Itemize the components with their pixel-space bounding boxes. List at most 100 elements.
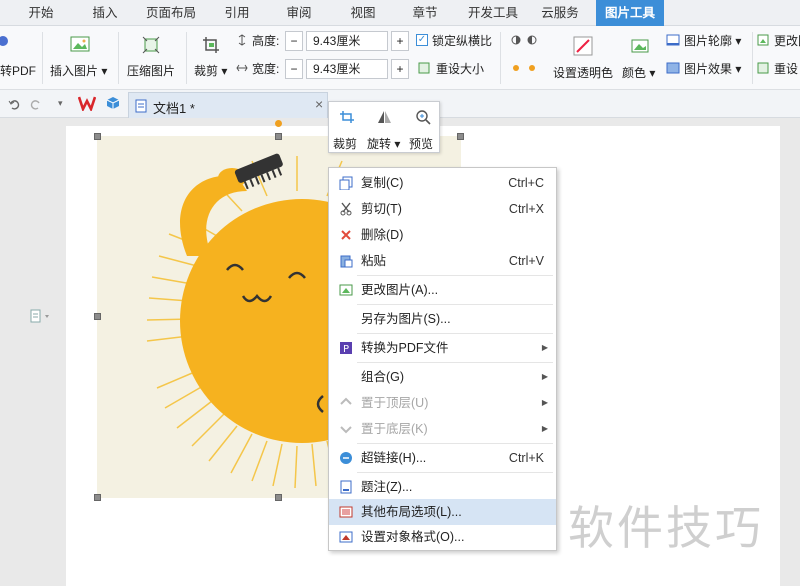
width-input[interactable]: 9.43厘米 [306, 59, 388, 79]
set-transparent-button[interactable]: 设置透明色 [553, 64, 613, 81]
undo-icon[interactable] [8, 98, 20, 110]
tab-cloud-service[interactable]: 云服务 [534, 0, 586, 26]
color-icon [631, 39, 649, 53]
tab-picture-tools[interactable]: 图片工具 [596, 0, 664, 26]
menu-item-cut[interactable]: 剪切(T) Ctrl+X [329, 196, 556, 222]
cube-icon[interactable] [106, 96, 120, 110]
lock-ratio-label: 锁定纵横比 [432, 34, 493, 48]
document-title: 文档1 * [153, 101, 195, 116]
mini-rotate-icon [378, 111, 391, 123]
width-decrease-button[interactable]: − [285, 59, 303, 79]
close-tab-icon[interactable]: × [315, 96, 323, 112]
height-input[interactable]: 9.43厘米 [306, 31, 388, 51]
watermark: 软件技巧 [568, 501, 764, 555]
menu-item-hyperlink[interactable]: 超链接(H)... Ctrl+K [329, 445, 556, 471]
width-increase-button[interactable]: + [391, 59, 409, 79]
menu-item-convert-pdf[interactable]: P 转换为PDF文件 ▶ [329, 335, 556, 361]
picture-outline-button[interactable]: 图片轮廓 ▾ [684, 32, 741, 49]
mini-preview-button[interactable]: 预览 [409, 135, 433, 152]
cut-icon [340, 202, 352, 216]
change-picture-icon [757, 34, 769, 46]
ribbon: 转PDF 插入图片 ▾ 压缩图片 裁剪 ▾ 高度: − 9.43厘米 + 宽度:… [0, 26, 800, 90]
mini-crop-button[interactable]: 裁剪 [333, 135, 357, 152]
menu-item-group[interactable]: 组合(G) ▶ [329, 364, 556, 390]
mini-crop-icon [340, 111, 354, 123]
reset-picture-icon [757, 62, 769, 74]
menu-item-paste[interactable]: 粘贴 Ctrl+V [329, 248, 556, 274]
bring-front-icon [340, 397, 352, 405]
delete-icon [341, 230, 351, 240]
layout-options-icon [339, 506, 353, 518]
to-pdf-button[interactable]: 转PDF [0, 62, 36, 79]
copy-icon [339, 176, 353, 190]
document-icon [135, 99, 147, 113]
height-icon [238, 34, 246, 46]
tab-review[interactable]: 审阅 [276, 0, 322, 26]
tab-references[interactable]: 引用 [214, 0, 260, 26]
hyperlink-icon [340, 452, 352, 464]
pdf-icon: P [340, 342, 352, 355]
format-object-icon [339, 531, 353, 543]
submenu-arrow-icon: ▶ [541, 372, 548, 381]
tab-view[interactable]: 视图 [340, 0, 386, 26]
height-label: 高度: [252, 34, 280, 48]
resize-handle-top[interactable] [275, 133, 282, 140]
crop-icon [203, 37, 219, 53]
reset-size-button[interactable]: 重设大小 [436, 60, 484, 77]
customize-dropdown-icon[interactable]: ▾ [58, 98, 63, 109]
contrast-icons[interactable] [510, 62, 540, 74]
caption-icon [340, 480, 352, 494]
paragraph-layout-icon[interactable] [30, 309, 52, 323]
menu-item-send-to-back: 置于底层(K) ▶ [329, 416, 556, 442]
picture-outline-icon [666, 34, 680, 46]
submenu-arrow-icon: ▶ [541, 343, 548, 352]
resize-handle-top-left[interactable] [94, 133, 101, 140]
set-transparent-icon [573, 36, 593, 56]
menu-item-save-as-picture[interactable]: 另存为图片(S)... [329, 306, 556, 332]
menu-item-format-object[interactable]: 设置对象格式(O)... [329, 524, 556, 550]
rotate-handle[interactable] [275, 120, 282, 127]
brightness-icons[interactable] [510, 34, 540, 46]
menu-item-delete[interactable]: 删除(D) [329, 222, 556, 248]
height-decrease-button[interactable]: − [285, 31, 303, 51]
crop-button[interactable]: 裁剪 ▾ [194, 62, 227, 79]
redo-icon[interactable] [30, 98, 42, 110]
lock-ratio-checkbox[interactable]: ✓ [416, 34, 428, 46]
color-button[interactable]: 颜色 ▾ [622, 64, 655, 81]
document-tab[interactable]: 文档1 * × [128, 92, 328, 118]
resize-handle-bottom[interactable] [275, 494, 282, 501]
resize-handle-top-right[interactable] [457, 133, 464, 140]
pdf-convert-icon [0, 36, 8, 46]
picture-effect-icon [666, 62, 680, 74]
mini-rotate-button[interactable]: 旋转 ▾ [367, 135, 400, 152]
tab-insert[interactable]: 插入 [82, 0, 128, 26]
width-label: 宽度: [252, 62, 280, 76]
context-menu: 复制(C) Ctrl+C 剪切(T) Ctrl+X 删除(D) 粘贴 Ctrl+V 更… [328, 167, 557, 551]
compress-picture-button[interactable]: 压缩图片 [127, 62, 175, 79]
mini-preview-icon [416, 110, 431, 125]
picture-effect-button[interactable]: 图片效果 ▾ [684, 60, 741, 77]
menu-item-copy[interactable]: 复制(C) Ctrl+C [329, 170, 556, 196]
send-back-icon [340, 426, 352, 434]
insert-picture-button[interactable]: 插入图片 ▾ [50, 62, 107, 79]
tab-developer[interactable]: 开发工具 [462, 0, 524, 26]
tab-page-layout[interactable]: 页面布局 [140, 0, 202, 26]
resize-handle-left[interactable] [94, 313, 101, 320]
svg-text:P: P [343, 344, 349, 355]
menu-item-caption[interactable]: 题注(Z)... [329, 474, 556, 500]
menu-item-change-picture[interactable]: 更改图片(A)... [329, 277, 556, 303]
insert-picture-icon [70, 36, 90, 52]
picture-mini-toolbar: 裁剪 旋转 ▾ 预览 [328, 101, 440, 153]
tab-chapter[interactable]: 章节 [402, 0, 448, 26]
tab-home[interactable]: 开始 [18, 0, 64, 26]
wps-logo-icon[interactable] [78, 95, 96, 111]
change-picture-button[interactable]: 更改图 [774, 32, 800, 49]
resize-handle-bottom-left[interactable] [94, 494, 101, 501]
reset-picture-button[interactable]: 重设 [774, 60, 798, 77]
compress-picture-icon [142, 36, 160, 54]
paste-icon [340, 255, 353, 268]
height-increase-button[interactable]: + [391, 31, 409, 51]
width-icon [236, 64, 248, 72]
submenu-arrow-icon: ▶ [541, 398, 548, 407]
menu-item-layout-options[interactable]: 其他布局选项(L)... [329, 499, 556, 525]
